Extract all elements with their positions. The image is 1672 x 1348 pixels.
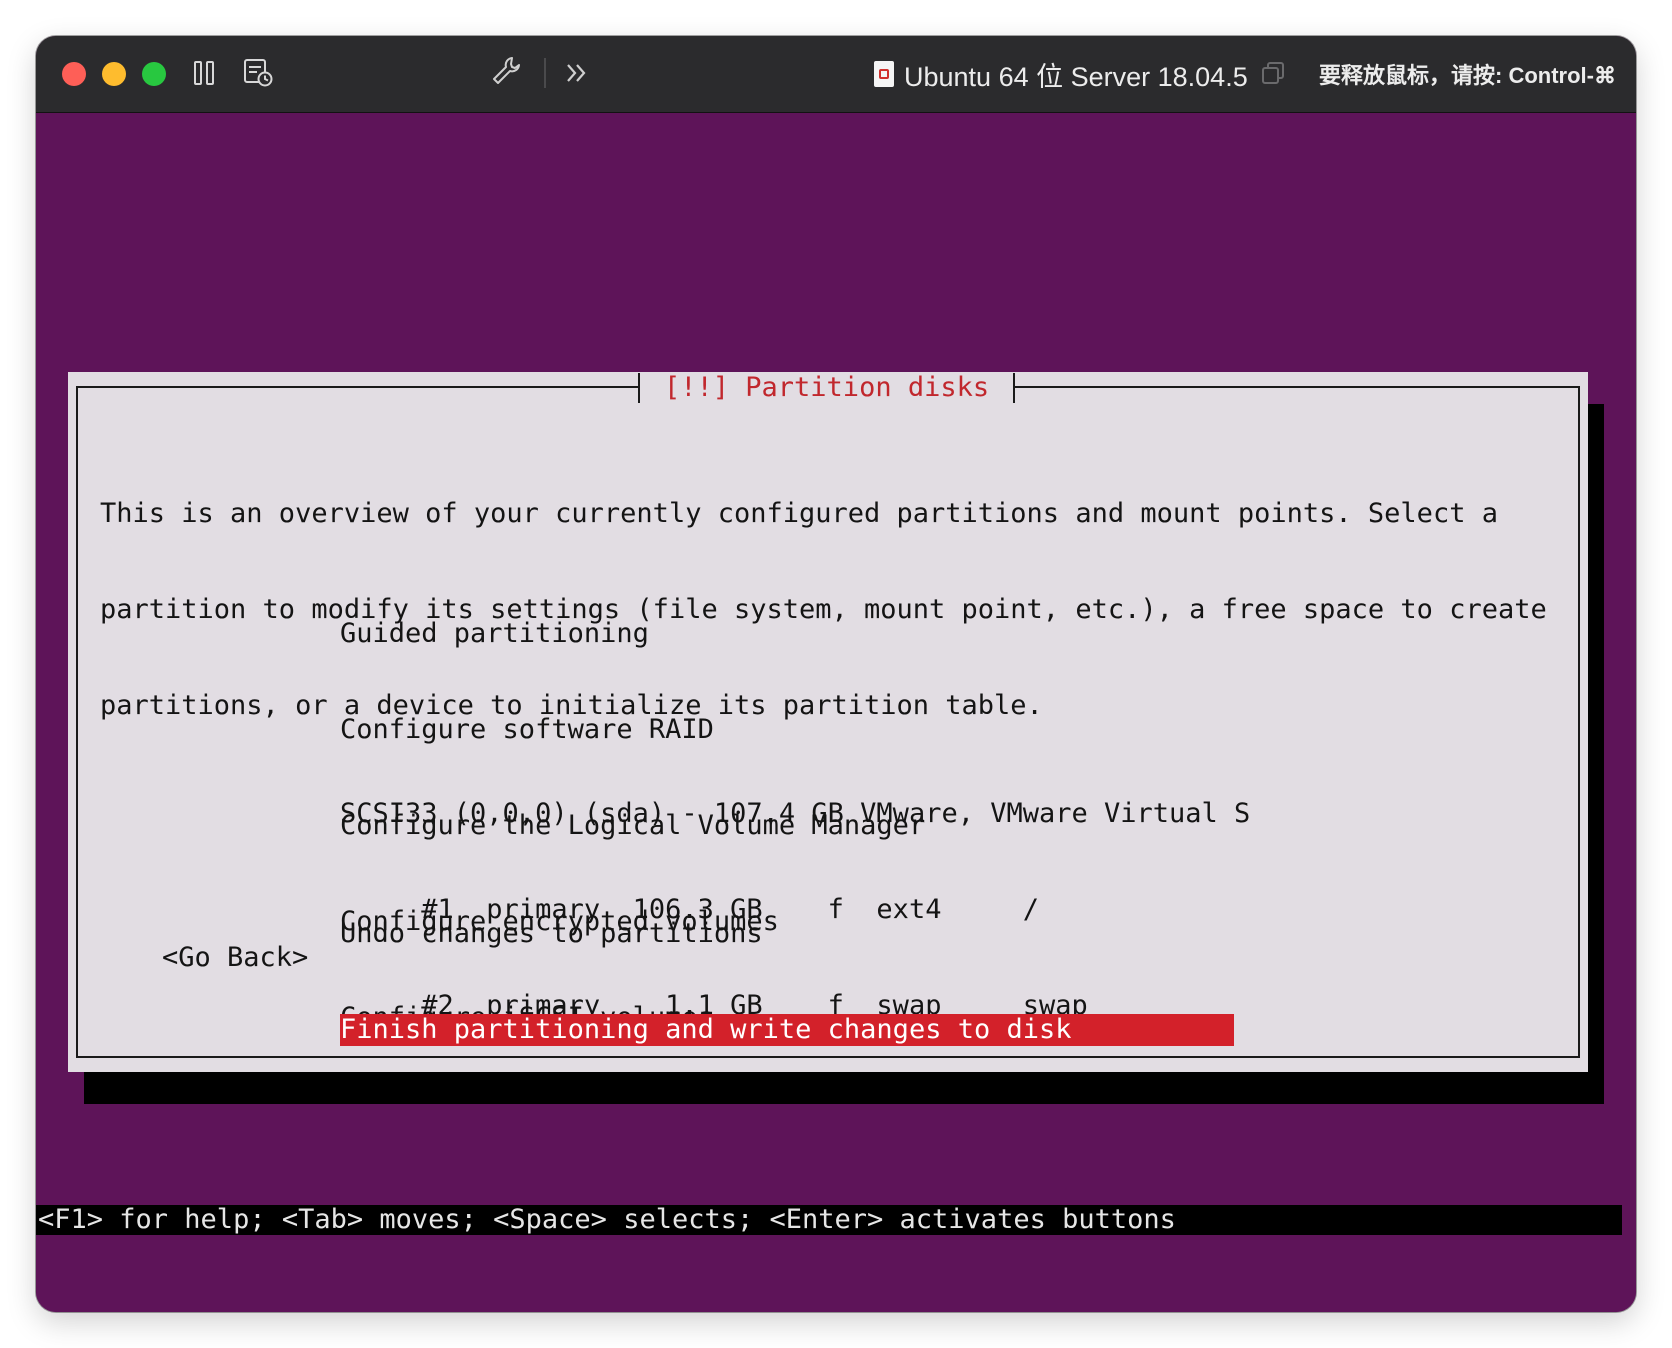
go-back-button[interactable]: <Go Back> (162, 942, 308, 974)
menu-guided-partitioning[interactable]: Guided partitioning (340, 618, 925, 650)
help-text: <F1> for help; <Tab> moves; <Space> sele… (38, 1204, 1176, 1235)
snapshot-icon[interactable] (242, 56, 274, 88)
vm-window: Ubuntu 64 位 Server 18.04.5 要释放鼠标，请按: Con… (36, 36, 1636, 1312)
window-copy-icon (1260, 60, 1286, 86)
document-icon (874, 61, 894, 87)
window-title: Ubuntu 64 位 Server 18.04.5 (874, 54, 1248, 94)
dialog-title: [!!] Partition disks (638, 373, 1016, 403)
close-button[interactable] (62, 62, 86, 86)
console-screen[interactable]: [!!] Partition disks This is an overview… (36, 113, 1636, 1312)
mouse-release-hint: 要释放鼠标，请按: Control-⌘ (1319, 63, 1616, 88)
chevrons-right-icon[interactable] (562, 58, 592, 88)
toolbar-divider (544, 58, 546, 88)
minimize-button[interactable] (102, 62, 126, 86)
menu-finish-partitioning[interactable]: Finish partitioning and write changes to… (340, 1014, 1234, 1046)
title-bar: Ubuntu 64 位 Server 18.04.5 要释放鼠标，请按: Con… (36, 36, 1636, 113)
menu-undo-changes[interactable]: Undo changes to partitions (340, 918, 1234, 950)
window-title-text: Ubuntu 64 位 Server 18.04.5 (904, 61, 1248, 92)
partition-dialog: [!!] Partition disks This is an overview… (68, 372, 1588, 1072)
final-actions: Undo changes to partitions Finish partit… (340, 854, 1234, 1110)
intro-line: This is an overview of your currently co… (100, 498, 1498, 529)
disk-sda[interactable]: SCSI33 (0,0,0) (sda) - 107.4 GB VMware, … (340, 798, 1250, 830)
zoom-button[interactable] (142, 62, 166, 86)
pause-icon[interactable] (192, 58, 216, 88)
wrench-icon[interactable] (490, 54, 524, 88)
help-bar: <F1> for help; <Tab> moves; <Space> sele… (36, 1205, 1622, 1235)
